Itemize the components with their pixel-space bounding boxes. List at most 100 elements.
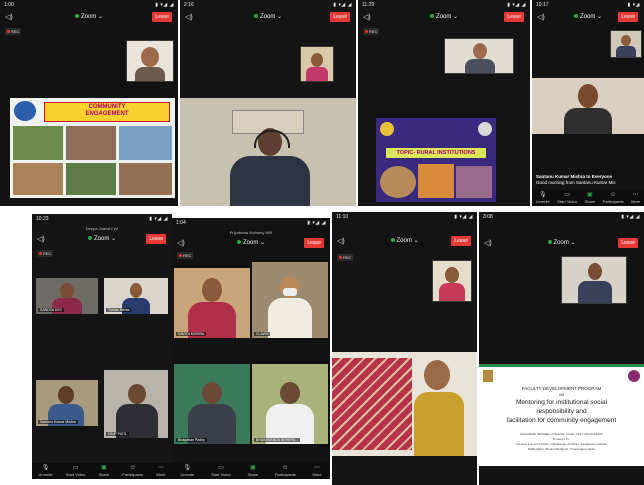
more-button[interactable]: ⋯ More <box>631 192 640 204</box>
zoom-menu[interactable]: Zoom ⌄ <box>390 237 419 244</box>
participant-face <box>424 360 450 390</box>
leave-button[interactable]: Leave <box>618 12 638 22</box>
zoom-menu[interactable]: Zoom ⌄ <box>429 13 458 20</box>
status-bar: 1:04 ▮ ▾◢ ◢ <box>176 220 326 226</box>
participant-name: DILIP PATIL <box>106 432 129 436</box>
participant-tile[interactable]: SANDYA DEY <box>36 278 98 314</box>
video-thumbnail[interactable] <box>300 46 334 82</box>
participant-body <box>268 298 312 338</box>
more-button[interactable]: ⋯ More <box>156 465 165 477</box>
status-bar: 2:16 ▮ ▾◢ ◢ <box>184 2 352 8</box>
video-thumbnail[interactable] <box>610 30 642 58</box>
share-button[interactable]: ▣ Share <box>99 465 110 477</box>
video-thumbnail[interactable] <box>561 256 627 304</box>
participant-body <box>135 67 165 81</box>
speaker-icon[interactable]: ◁) <box>484 240 493 248</box>
participant-face <box>445 267 459 283</box>
speaker-icon[interactable]: ◁) <box>363 14 372 22</box>
leave-button[interactable]: Leave <box>330 12 350 22</box>
participant-tile[interactable]: SAVITA MISHRA <box>174 268 250 338</box>
meeting-toolbar: 🎙 Unmute ▭ Start Video ▣ Share ☺ Participant… <box>172 463 330 479</box>
share-icon: ▣ <box>249 465 256 471</box>
emblem-logo <box>483 370 493 382</box>
participants-button[interactable]: ☺ Participants <box>275 465 296 477</box>
screenshot-4: 10:17 ▮ ▾◢ ◁) Zoom ⌄ Leave Santanu Kumar … <box>532 0 644 206</box>
participant-tile[interactable]: Tushar Mehta <box>104 278 168 314</box>
participant-face <box>280 382 300 404</box>
screenshot-6: 1:04 ▮ ▾◢ ◢ Priyabrata Mohanty Wifi ◁) Zo… <box>172 218 330 479</box>
unmute-button[interactable]: 🎙 Unmute <box>180 465 194 477</box>
participants-button[interactable]: ☺ Participants <box>603 192 624 204</box>
video-thumbnail[interactable] <box>444 38 514 74</box>
participant-name: SAVITA MISHRA <box>176 332 207 336</box>
speaker-icon[interactable]: ◁) <box>5 14 14 22</box>
status-bar: 11:29 ▮ ▾◢ ◢ <box>362 2 526 8</box>
zoom-menu[interactable]: Zoom ⌄ <box>573 13 602 20</box>
shared-slide: COMMUNITY ENGAGEMENT <box>10 98 175 198</box>
active-speaker-video <box>332 352 477 456</box>
slide-footer-3: Santanu Kumar Pradhan, Chittaranjan Prad… <box>515 442 608 446</box>
start-video-button[interactable]: ▭ Start Video <box>557 192 577 204</box>
chat-preview[interactable]: Santanu Kumar Mishra to Everyone Good mo… <box>536 174 640 186</box>
video-thumbnail[interactable] <box>432 260 472 302</box>
speaker-icon[interactable]: ◁) <box>177 240 186 248</box>
camera-icon: ▭ <box>564 192 570 198</box>
camera-icon: ▭ <box>72 465 79 471</box>
leave-button[interactable]: Leave <box>304 238 324 248</box>
slide-footer-4: Mallik Maria, Binduri Moharolo, Tryambag… <box>527 447 596 451</box>
leave-button[interactable]: Leave <box>152 12 172 22</box>
shield-icon <box>74 14 79 19</box>
leave-button[interactable]: Leave <box>451 236 471 246</box>
zoom-menu[interactable]: Zoom ⌄ <box>253 13 282 20</box>
participant-body <box>230 156 310 206</box>
participant-body <box>616 46 636 57</box>
speaker-icon[interactable]: ◁) <box>37 236 46 244</box>
screenshot-8: 3:08 ▮ ▾◢ ◢ ◁) Zoom ⌄ Leave FACULTY DEVEL… <box>479 212 644 485</box>
unmute-button[interactable]: 🎙 Unmute <box>536 192 550 204</box>
participants-icon: ☺ <box>282 465 289 471</box>
photo-5 <box>66 163 116 195</box>
participant-tile[interactable]: DILIP PATIL <box>104 370 168 438</box>
participant-name: SANDYA DEY <box>38 308 65 312</box>
participant-body <box>465 59 495 73</box>
top-bar: ◁) Zoom ⌄ Leave <box>0 12 178 26</box>
slide-footer-1: MAHARSHI DEGREE COLLEGE, Keduk, DIST: KE… <box>520 432 603 436</box>
speaker-icon[interactable]: ◁) <box>337 238 346 246</box>
leave-button[interactable]: Leave <box>146 234 166 244</box>
participant-face <box>588 263 602 280</box>
status-time: 11:29 <box>362 2 375 8</box>
slide-footer-2: Powered by: <box>553 437 570 441</box>
leave-button[interactable]: Leave <box>504 12 524 22</box>
start-video-button[interactable]: ▭ Start Video <box>66 465 86 477</box>
more-button[interactable]: ⋯ More <box>312 465 321 477</box>
participant-tile[interactable]: Santanu Kumar Mishra <box>36 380 98 426</box>
saree-fabric <box>332 358 412 450</box>
zoom-menu[interactable]: Zoom ⌄ <box>87 235 116 242</box>
top-bar: ◁) Zoom ⌄ Leave <box>180 12 356 26</box>
shield-icon <box>429 14 434 19</box>
speaker-icon[interactable]: ◁) <box>185 14 194 22</box>
slide-line-2: on <box>558 392 564 397</box>
video-thumbnail[interactable] <box>126 40 174 82</box>
zoom-menu[interactable]: Zoom ⌄ <box>236 239 265 246</box>
slide-line-4: responsibility and <box>536 408 587 415</box>
shared-slide: FACULTY DEVELOPMENT PROGRAM on Mentoring… <box>479 364 644 466</box>
zoom-menu[interactable]: Zoom ⌄ <box>547 239 576 246</box>
participant-body <box>564 108 612 134</box>
share-button[interactable]: ▣ Share <box>247 465 258 477</box>
share-icon: ▣ <box>101 465 107 471</box>
start-video-button[interactable]: ▭ Start Video <box>211 465 231 477</box>
participant-tile[interactable]: BHABANANDA BEHERA... <box>252 364 328 444</box>
speaker-icon[interactable]: ◁) <box>537 14 546 22</box>
participant-face <box>141 47 159 67</box>
status-bar: 10:17 ▮ ▾◢ <box>536 2 640 8</box>
share-button[interactable]: ▣ Share <box>584 192 595 204</box>
active-speaker-video <box>180 98 356 206</box>
leave-button[interactable]: Leave <box>618 238 638 248</box>
unmute-button[interactable]: 🎙 Unmute <box>39 465 53 477</box>
participant-tile[interactable]: Bhagaban Padhy <box>174 364 250 444</box>
zoom-menu[interactable]: Zoom ⌄ <box>74 13 103 20</box>
photo-3 <box>456 166 492 198</box>
participant-tile[interactable]: CLAWS <box>252 262 328 338</box>
participants-button[interactable]: ☺ Participants <box>122 465 143 477</box>
